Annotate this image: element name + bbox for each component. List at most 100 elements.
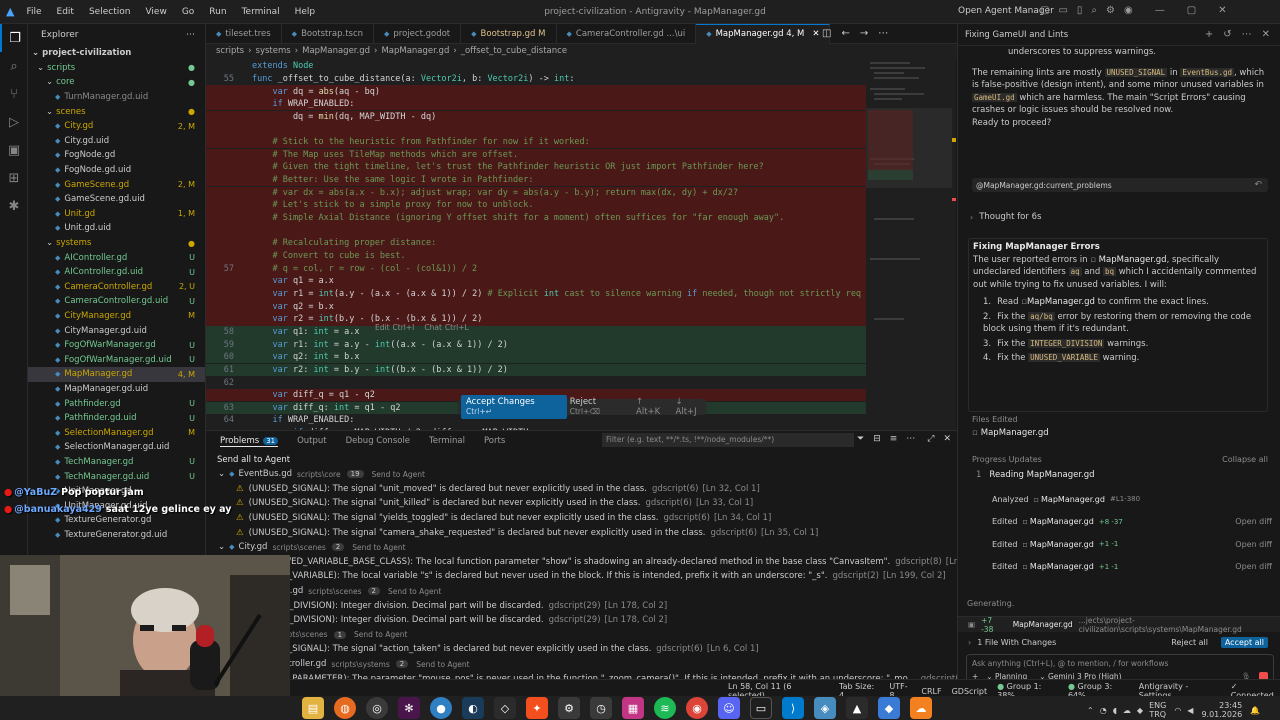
file-item[interactable]: ◆ FogOfWarManager.gd.uid U [28, 352, 205, 367]
panel-tab-terminal[interactable]: Terminal [429, 436, 465, 446]
wifi-icon[interactable]: ◠ [1174, 706, 1181, 715]
folder-item[interactable]: ⌄ core ● [28, 75, 205, 90]
problem-item[interactable]: ⚠(INTEGER_DIVISION): Integer division. D… [216, 613, 957, 628]
code-line[interactable]: if WRAP_ENABLED: [206, 97, 866, 111]
editor-tab[interactable]: ◆ Bootstrap.tscn [282, 23, 375, 44]
progress-file[interactable]: MapManager.gd [1030, 562, 1094, 571]
code-line[interactable]: # The Map uses TileMap methods which are… [206, 148, 866, 162]
file-item[interactable]: ◆ CityManager.gd.uid [28, 323, 205, 338]
open-diff-button[interactable]: Open diff [1235, 562, 1272, 571]
tray-chevron-icon[interactable]: ⌃ [1087, 706, 1094, 715]
file-item[interactable]: ◆ TextureGenerator.gd.uid [28, 528, 205, 543]
chevron-right-icon[interactable]: › [968, 638, 971, 647]
keyboard-language[interactable]: ENG TRQ [1149, 701, 1166, 719]
file-item[interactable]: ◆ FogNode.gd [28, 148, 205, 163]
minimap[interactable] [866, 58, 956, 430]
network-icon[interactable]: ◔ [1100, 706, 1107, 715]
problem-item[interactable]: ⚠(SHADOWED_VARIABLE_BASE_CLASS): The loc… [216, 555, 1008, 570]
chrome-icon[interactable]: ◉ [686, 697, 708, 719]
file-item[interactable]: ◆ CameraController.gd.uid U [28, 294, 205, 309]
more-actions-icon[interactable]: ⋯ [186, 30, 195, 40]
more-actions-icon[interactable]: ⋯ [878, 28, 888, 39]
agent-input-placeholder[interactable]: Ask anything (Ctrl+L), @ to mention, / f… [967, 655, 1273, 672]
remote-icon[interactable]: ▣ [0, 136, 28, 164]
problem-item[interactable]: ⚠ (UNUSED_SIGNAL): The signal "unit_moved… [216, 482, 957, 497]
file-link[interactable]: MapManager.gd [1099, 255, 1167, 265]
clock-icon[interactable]: ◷ [590, 697, 612, 719]
file-item[interactable]: ◆ FogNode.gd.uid [28, 163, 205, 178]
collapse-all-icon[interactable]: ⊟ [873, 434, 881, 444]
file-item[interactable]: ◆ GameScene.gd.uid [28, 192, 205, 207]
minimize-button[interactable]: — [1155, 5, 1165, 16]
filter-icon[interactable]: ⏷ [857, 434, 864, 444]
send-to-agent-button[interactable]: Send to Agent [372, 470, 425, 479]
menu-go[interactable]: Go [182, 7, 194, 17]
close-panel-icon[interactable]: ✕ [944, 434, 952, 444]
split-editor-icon[interactable]: ◫ [822, 28, 831, 39]
code-line[interactable]: 61 var r2: int = b.y - int((b.x - (b.x &… [206, 363, 866, 377]
code-line[interactable]: # Simple Axial Distance (ignoring Y offs… [206, 211, 866, 225]
breadcrumb-item[interactable]: _offset_to_cube_distance [461, 46, 567, 56]
code-line[interactable]: 62 [206, 376, 866, 389]
code-line[interactable]: # Recalculating proper distance: [206, 237, 866, 250]
view-as-list-icon[interactable]: ≡ [890, 434, 898, 444]
code-line[interactable]: 59 var r1: int = a.y - int((a.x - (a.x &… [206, 338, 866, 351]
maximize-panel-icon[interactable]: ⤢ [927, 434, 934, 444]
next-change-button[interactable]: ↓ Alt+J [676, 397, 706, 417]
project-root[interactable]: ⌄ project-civilization [28, 46, 205, 61]
thought-toggle[interactable]: › Thought for 6s [970, 212, 1041, 222]
context-mention-chip[interactable]: @MapManager.gd:current_problems [976, 181, 1112, 190]
progress-item[interactable]: Edited ▫ MapManager.gd +1 -1 Open diff [992, 556, 1272, 579]
open-diff-button[interactable]: Open diff [1235, 540, 1272, 549]
file-item[interactable]: ◆ SelectionManager.gd M [28, 425, 205, 440]
go-back-icon[interactable]: ← [841, 28, 849, 39]
file-item[interactable]: ◆ AIController.gd U [28, 250, 205, 265]
send-to-agent-button[interactable]: Send to Agent [416, 660, 469, 669]
code-line[interactable]: extends Node [206, 60, 866, 73]
file-item[interactable]: ◆ CityManager.gd M [28, 309, 205, 324]
panel-toggle-icon[interactable]: ▭ [1058, 5, 1067, 16]
breadcrumb-item[interactable]: MapManager.gd [381, 46, 449, 56]
terminal-icon[interactable]: ▭ [750, 697, 772, 719]
run-debug-icon[interactable]: ▷ [0, 108, 28, 136]
send-all-to-agent-button[interactable]: Send all to Agent [206, 453, 957, 467]
code-line[interactable]: 60 var q2: int = b.x [206, 350, 866, 364]
maximize-button[interactable]: ▢ [1187, 5, 1196, 16]
photos-icon[interactable]: ▦ [622, 697, 644, 719]
notifications-icon[interactable]: 🔔 [1250, 706, 1260, 715]
progress-item[interactable]: Edited ▫ MapManager.gd +1 -1 Open diff [992, 533, 1272, 556]
file-item[interactable]: ◆ Unit.gd.uid [28, 221, 205, 236]
cloud-icon[interactable]: ☁ [910, 697, 932, 719]
folder-item[interactable]: ⌄ scripts ● [28, 61, 205, 76]
menu-run[interactable]: Run [209, 7, 226, 17]
figma-icon[interactable]: ✦ [526, 697, 548, 719]
editor-tab[interactable]: ◆ project.godot [374, 23, 462, 44]
file-link[interactable]: MapManager.gd [1027, 297, 1095, 307]
panel-tab-ports[interactable]: Ports [484, 436, 505, 446]
sidebar-toggle-icon[interactable]: ▯ [1077, 5, 1083, 16]
code-line[interactable]: var dq = abs(aq - bq) [206, 85, 866, 98]
app-tray-icon[interactable]: ◆ [1137, 706, 1143, 715]
code-line[interactable]: # Given the tight timeline, let's trust … [206, 161, 866, 174]
breadcrumb-item[interactable]: MapManager.gd [302, 46, 370, 56]
menu-edit[interactable]: Edit [57, 7, 74, 17]
file-item[interactable]: ◆ Pathfinder.gd U [28, 396, 205, 411]
problems-filter-input[interactable]: Filter (e.g. text, **/*.ts, !**/node_mod… [602, 433, 854, 447]
file-item[interactable]: ◆ City.gd 2, M [28, 119, 205, 134]
file-explorer-icon[interactable]: ▤ [302, 697, 324, 719]
file-item[interactable]: ◆ MapManager.gd.uid [28, 382, 205, 397]
new-chat-icon[interactable]: + [1205, 29, 1213, 40]
language-mode[interactable]: GDScript [952, 687, 988, 696]
code-line[interactable]: 55 func _offset_to_cube_distance(a: Vecto… [206, 73, 866, 86]
problem-file-group[interactable]: ⌄ ◆ City.gd scripts\scenes 2 Send to Agent [216, 540, 957, 555]
code-line[interactable]: # Convert to cube is best. [206, 249, 866, 263]
explorer-icon[interactable]: ❐ [0, 24, 28, 52]
code-line[interactable]: 57 # q = col, r = row - (col - (col&1)) … [206, 262, 866, 275]
code-line[interactable]: # Let's stick to a simple proxy for now … [206, 199, 866, 212]
code-line[interactable]: var r2 = int(b.y - (b.x - (b.x & 1)) / 2… [206, 313, 866, 326]
previous-change-button[interactable]: ↑ Alt+K [636, 397, 670, 417]
code-line[interactable]: var q1 = a.x [206, 275, 866, 288]
layout-toggle-icon[interactable]: ▢ [1040, 5, 1049, 16]
reject-all-button[interactable]: Reject all [1171, 638, 1208, 647]
problem-item[interactable]: ⚠ (UNUSED_SIGNAL): The signal "unit_kille… [216, 496, 957, 511]
